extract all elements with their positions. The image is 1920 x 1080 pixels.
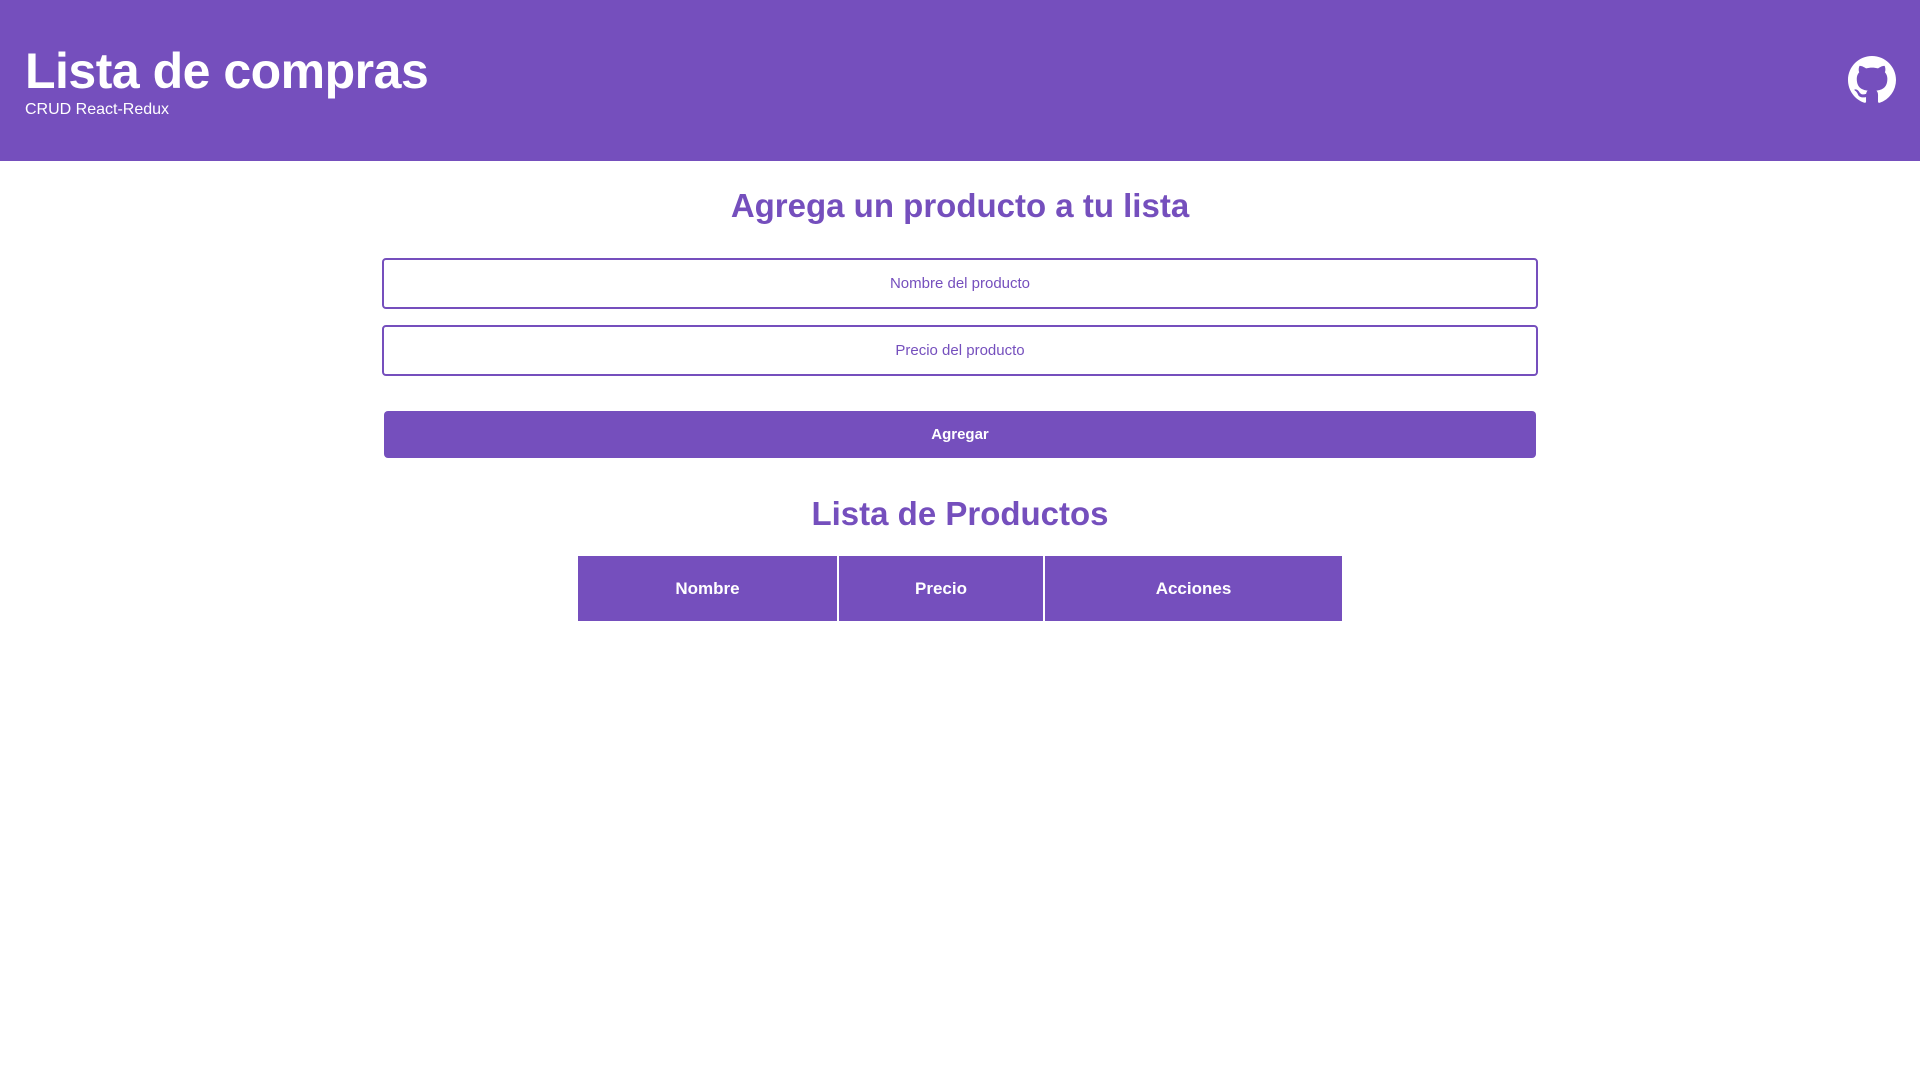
app-subtitle: CRUD React-Redux: [25, 101, 170, 118]
form-title: Agrega un producto a tu lista: [730, 187, 1190, 224]
list-title: Lista de Productos: [811, 495, 1109, 532]
github-link[interactable]: [1848, 56, 1896, 104]
column-header-price: Precio: [838, 556, 1045, 621]
table-header-row: Nombre Precio Acciones: [578, 556, 1342, 621]
add-button[interactable]: Agregar: [384, 411, 1536, 458]
app-title: Lista de compras: [25, 43, 429, 99]
product-name-input[interactable]: [382, 258, 1538, 309]
app-header: Lista de compras CRUD React-Redux: [0, 0, 1920, 161]
product-price-input[interactable]: [382, 325, 1538, 376]
column-header-name: Nombre: [578, 556, 839, 621]
github-icon: [1848, 56, 1896, 103]
column-header-actions: Acciones: [1044, 556, 1342, 621]
products-table: Nombre Precio Acciones: [578, 556, 1342, 621]
